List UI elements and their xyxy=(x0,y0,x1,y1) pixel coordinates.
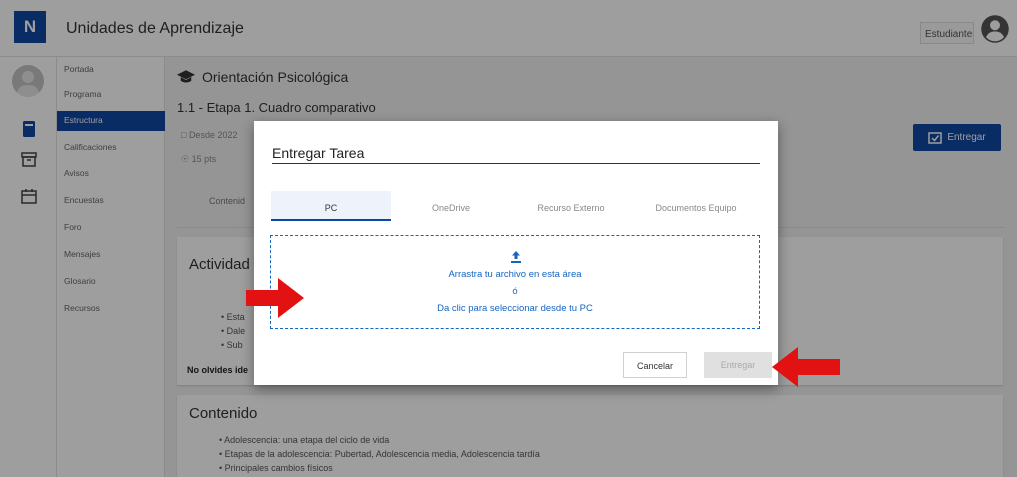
dropzone-click-text: Da clic para seleccionar desde tu PC xyxy=(437,303,593,314)
upload-icon xyxy=(511,251,521,263)
dialog-title-divider xyxy=(272,163,760,164)
cancel-button[interactable]: Cancelar xyxy=(623,352,687,378)
submit-task-dialog: Entregar Tarea PC OneDrive Recurso Exter… xyxy=(254,121,778,385)
annotation-arrow-left-icon xyxy=(772,347,840,387)
tab-pc[interactable]: PC xyxy=(271,191,391,221)
tab-documentos-equipo[interactable]: Documentos Equipo xyxy=(631,191,761,221)
dialog-title: Entregar Tarea xyxy=(272,145,365,161)
app-window: N Unidades de Aprendizaje Estudiante Por… xyxy=(0,0,1017,477)
tab-onedrive[interactable]: OneDrive xyxy=(391,191,511,221)
file-dropzone[interactable]: Arrastra tu archivo en esta área ó Da cl… xyxy=(270,235,760,329)
tab-recurso-externo[interactable]: Recurso Externo xyxy=(511,191,631,221)
annotation-arrow-right-icon xyxy=(246,278,304,318)
dropzone-drag-text: Arrastra tu archivo en esta área xyxy=(448,269,582,280)
submit-button-disabled: Entregar xyxy=(704,352,772,378)
dropzone-or-text: ó xyxy=(512,286,518,297)
